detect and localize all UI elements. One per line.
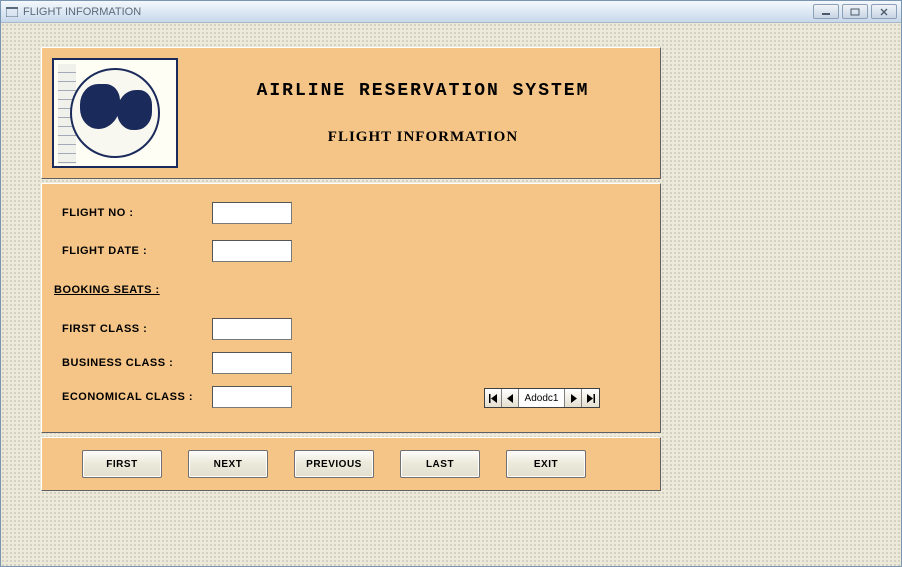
adodc-next-button[interactable]	[565, 389, 582, 407]
maximize-button[interactable]	[842, 4, 868, 19]
header-text-group: AIRLINE RESERVATION SYSTEM FLIGHT INFORM…	[196, 81, 650, 146]
logo-image	[52, 58, 178, 168]
adodc-first-button[interactable]	[485, 389, 502, 407]
app-window: FLIGHT INFORMATION AIRLINE RESERVATION S…	[0, 0, 902, 567]
header-panel: AIRLINE RESERVATION SYSTEM FLIGHT INFORM…	[41, 47, 661, 179]
flight-no-label: FLIGHT NO :	[62, 207, 212, 219]
next-button[interactable]: NEXT	[188, 450, 268, 478]
previous-button[interactable]: PREVIOUS	[294, 450, 374, 478]
first-button[interactable]: FIRST	[82, 450, 162, 478]
last-button[interactable]: LAST	[400, 450, 480, 478]
booking-seats-header: BOOKING SEATS :	[54, 284, 640, 296]
close-button[interactable]	[871, 4, 897, 19]
minimize-button[interactable]	[813, 4, 839, 19]
first-class-input[interactable]	[212, 318, 292, 340]
economical-class-input[interactable]	[212, 386, 292, 408]
adodc-prev-button[interactable]	[502, 389, 519, 407]
body-panel: FLIGHT NO : FLIGHT DATE : BOOKING SEATS …	[41, 183, 661, 433]
first-class-label: FIRST CLASS :	[62, 323, 212, 335]
window-controls	[813, 4, 897, 19]
flight-no-input[interactable]	[212, 202, 292, 224]
adodc-last-button[interactable]	[582, 389, 599, 407]
client-area: AIRLINE RESERVATION SYSTEM FLIGHT INFORM…	[1, 23, 901, 566]
footer-panel: FIRST NEXT PREVIOUS LAST EXIT	[41, 437, 661, 491]
form-container: AIRLINE RESERVATION SYSTEM FLIGHT INFORM…	[41, 47, 661, 491]
business-class-input[interactable]	[212, 352, 292, 374]
business-class-label: BUSINESS CLASS :	[62, 357, 212, 369]
main-title: AIRLINE RESERVATION SYSTEM	[196, 81, 650, 101]
row-flight-no: FLIGHT NO :	[62, 202, 640, 224]
row-flight-date: FLIGHT DATE :	[62, 240, 640, 262]
flight-date-label: FLIGHT DATE :	[62, 245, 212, 257]
exit-button[interactable]: EXIT	[506, 450, 586, 478]
globe-icon	[70, 68, 160, 158]
row-business-class: BUSINESS CLASS :	[62, 352, 640, 374]
adodc-caption: Adodc1	[519, 389, 565, 407]
economical-class-label: ECONOMICAL CLASS :	[62, 391, 212, 403]
sub-title: FLIGHT INFORMATION	[196, 129, 650, 146]
window-title: FLIGHT INFORMATION	[23, 6, 813, 18]
form-icon	[5, 5, 19, 19]
adodc-control: Adodc1	[484, 388, 600, 408]
row-first-class: FIRST CLASS :	[62, 318, 640, 340]
titlebar: FLIGHT INFORMATION	[1, 1, 901, 23]
flight-date-input[interactable]	[212, 240, 292, 262]
